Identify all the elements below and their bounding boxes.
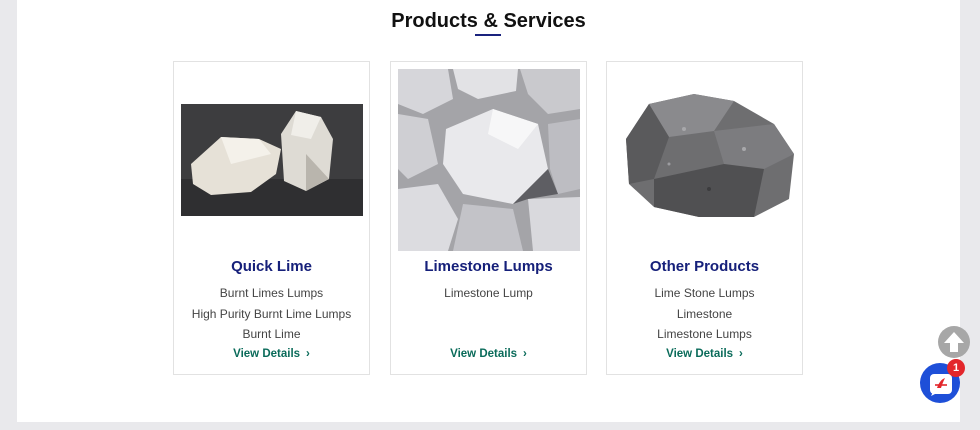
- chevron-right-icon: ›: [306, 348, 310, 360]
- chevron-right-icon: ›: [523, 348, 527, 360]
- card-items: Burnt Limes Lumps High Purity Burnt Lime…: [174, 283, 369, 345]
- list-item[interactable]: Limestone Lumps: [607, 324, 802, 345]
- view-details-label: View Details: [666, 348, 734, 360]
- product-card-limestone-lumps[interactable]: Limestone Lumps Limestone Lump View Deta…: [390, 61, 587, 375]
- view-details-link[interactable]: View Details ›: [174, 348, 369, 360]
- list-item[interactable]: Limestone: [607, 304, 802, 325]
- card-items: Limestone Lump: [391, 283, 586, 304]
- list-item[interactable]: Lime Stone Lumps: [607, 283, 802, 304]
- view-details-link[interactable]: View Details ›: [607, 348, 802, 360]
- product-image-quick-lime[interactable]: [181, 69, 363, 251]
- product-image-other-products[interactable]: [614, 69, 796, 251]
- card-title[interactable]: Limestone Lumps: [391, 258, 586, 275]
- product-card-other-products[interactable]: Other Products Lime Stone Lumps Limeston…: [606, 61, 803, 375]
- scroll-to-top-button[interactable]: [938, 326, 970, 358]
- notification-badge: 1: [947, 359, 965, 377]
- section-title: Products & Services: [391, 10, 586, 32]
- card-items: Lime Stone Lumps Limestone Limestone Lum…: [607, 283, 802, 345]
- card-title[interactable]: Quick Lime: [174, 258, 369, 275]
- card-title[interactable]: Other Products: [607, 258, 802, 275]
- view-details-label: View Details: [233, 348, 301, 360]
- product-card-quick-lime[interactable]: Quick Lime Burnt Limes Lumps High Purity…: [173, 61, 370, 375]
- list-item[interactable]: Limestone Lump: [391, 283, 586, 304]
- arrow-up-icon: [944, 332, 964, 352]
- page-body: Products & Services Quick Lime Burnt Lim…: [17, 0, 960, 422]
- list-item[interactable]: High Purity Burnt Lime Lumps: [174, 304, 369, 325]
- view-details-label: View Details: [450, 348, 518, 360]
- list-item[interactable]: Burnt Limes Lumps: [174, 283, 369, 304]
- list-item[interactable]: Burnt Lime: [174, 324, 369, 345]
- view-details-link[interactable]: View Details ›: [391, 348, 586, 360]
- title-underline: [475, 34, 501, 36]
- chevron-right-icon: ›: [739, 348, 743, 360]
- product-image-limestone-lumps[interactable]: [398, 69, 580, 251]
